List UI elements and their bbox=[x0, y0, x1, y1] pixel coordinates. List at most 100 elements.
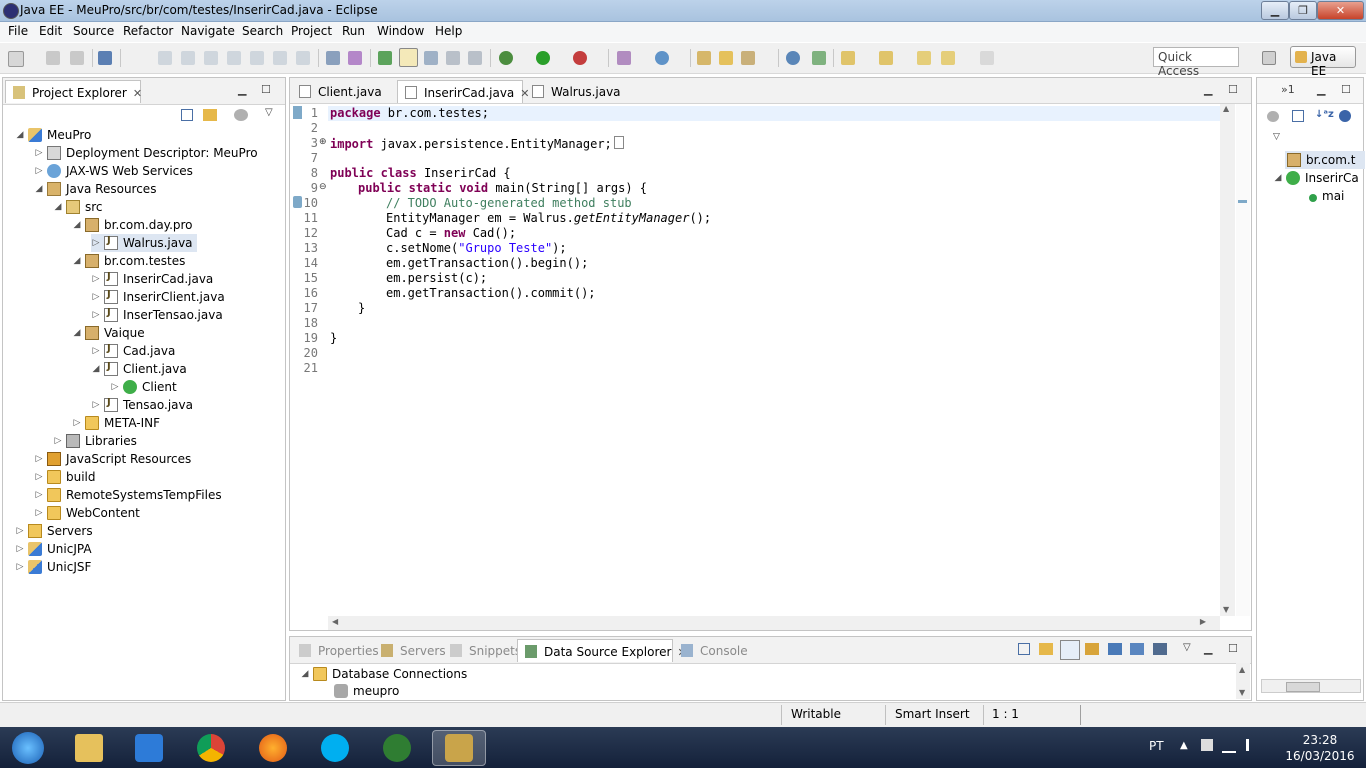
toggle-breadcrumb-icon[interactable] bbox=[424, 51, 438, 65]
maximize-button[interactable]: ❐ bbox=[1289, 1, 1317, 20]
terminate-icon[interactable] bbox=[204, 51, 218, 65]
taskbar-media-player[interactable] bbox=[122, 730, 176, 766]
menu-navigate[interactable]: Navigate bbox=[181, 24, 235, 38]
open-perspective-icon[interactable] bbox=[1262, 51, 1276, 65]
globe-icon[interactable] bbox=[786, 51, 800, 65]
run-icon[interactable] bbox=[536, 51, 550, 65]
view-menu-icon[interactable]: ▽ bbox=[1183, 642, 1191, 653]
menu-run[interactable]: Run bbox=[342, 24, 365, 38]
expand-arrow-icon[interactable]: ◢ bbox=[72, 328, 82, 338]
expand-arrow-icon[interactable]: ◢ bbox=[53, 202, 63, 212]
start-button[interactable] bbox=[2, 730, 54, 766]
expand-arrow-icon[interactable]: ◢ bbox=[72, 220, 82, 230]
drop-to-frame-icon[interactable] bbox=[326, 51, 340, 65]
tree-item-remotesystemstempfiles[interactable]: ▷ RemoteSystemsTempFiles bbox=[34, 486, 222, 504]
toggle-mark-occurrences-icon[interactable] bbox=[399, 48, 418, 67]
expand-arrow-icon[interactable]: ◢ bbox=[72, 256, 82, 266]
outline-view-list-button[interactable]: »1 bbox=[1281, 83, 1295, 96]
tree-item-deployment-descriptor-meupro[interactable]: ▷ Deployment Descriptor: MeuPro bbox=[34, 144, 258, 162]
tab-walrus-java[interactable]: Walrus.java bbox=[525, 80, 625, 103]
scroll-thumb[interactable] bbox=[1286, 682, 1320, 692]
search-icon[interactable] bbox=[741, 51, 755, 65]
tree-item-inserircad-java[interactable]: ▷ InserirCad.java bbox=[91, 270, 213, 288]
disconnect-icon[interactable] bbox=[227, 51, 241, 65]
code-editor[interactable]: package br.com.testes; import javax.pers… bbox=[328, 104, 1220, 616]
tray-flag-icon[interactable] bbox=[1201, 739, 1213, 751]
menu-project[interactable]: Project bbox=[291, 24, 332, 38]
tab-snippets[interactable]: Snippets bbox=[443, 639, 521, 662]
suspend-icon[interactable] bbox=[181, 51, 195, 65]
editor-vertical-scrollbar[interactable]: ▲ ▼ bbox=[1220, 104, 1235, 616]
tray-volume-icon[interactable] bbox=[1246, 739, 1261, 751]
next-annotation-icon[interactable] bbox=[841, 51, 855, 65]
step-return-icon[interactable] bbox=[296, 51, 310, 65]
debug-icon[interactable] bbox=[499, 51, 513, 65]
open-console-icon[interactable] bbox=[98, 51, 112, 65]
expand-arrow-icon[interactable]: ▷ bbox=[34, 472, 44, 482]
expand-arrow-icon[interactable]: ▷ bbox=[91, 238, 101, 248]
expand-arrow-icon[interactable]: ◢ bbox=[91, 364, 101, 374]
maximize-view-icon[interactable]: ☐ bbox=[261, 83, 271, 96]
outline-menu-icon[interactable]: ▽ bbox=[1273, 132, 1280, 142]
tree-item-webcontent[interactable]: ▷ WebContent bbox=[34, 504, 140, 522]
tree-item-database-connections[interactable]: ◢ Database Connections bbox=[300, 665, 467, 683]
fold-collapse-icon[interactable]: ⊖ bbox=[319, 182, 327, 192]
new-server-icon[interactable] bbox=[617, 51, 631, 65]
fold-expand-icon[interactable]: ⊕ bbox=[319, 137, 327, 147]
quick-access-input[interactable]: Quick Access bbox=[1153, 47, 1239, 78]
status-insert-mode[interactable]: Smart Insert bbox=[895, 707, 970, 721]
link-with-editor-icon[interactable] bbox=[203, 109, 217, 121]
sort-icon[interactable]: ↓ᵃz bbox=[1315, 109, 1334, 120]
expand-arrow-icon[interactable]: ▷ bbox=[91, 274, 101, 284]
tab-inserircad-java[interactable]: InserirCad.java ✕ bbox=[397, 80, 530, 103]
taskbar-skype[interactable] bbox=[308, 730, 362, 766]
editor-horizontal-scrollbar[interactable]: ◀ ▶ bbox=[328, 616, 1220, 630]
view-options-icon[interactable] bbox=[234, 109, 248, 121]
new-java-class-icon[interactable] bbox=[655, 51, 669, 65]
tree-item-build[interactable]: ▷ build bbox=[34, 468, 96, 486]
tree-item-walrus-java[interactable]: ▷ Walrus.java bbox=[91, 234, 197, 252]
scroll-left-icon[interactable]: ◀ bbox=[332, 617, 338, 626]
collapse-all-icon[interactable] bbox=[1018, 643, 1030, 655]
tab-properties[interactable]: Properties bbox=[292, 639, 379, 662]
hide-fields-icon[interactable] bbox=[1339, 110, 1351, 122]
expand-arrow-icon[interactable]: ▷ bbox=[53, 436, 63, 446]
tree-item-br-com-testes[interactable]: ◢ br.com.testes bbox=[72, 252, 185, 270]
scroll-up-icon[interactable]: ▲ bbox=[1239, 665, 1245, 674]
forward-icon[interactable] bbox=[980, 51, 994, 65]
folded-imports-icon[interactable] bbox=[613, 136, 624, 149]
save-icon[interactable] bbox=[46, 51, 60, 65]
perspective-java-ee-button[interactable]: Java EE bbox=[1290, 46, 1356, 78]
expand-arrow-icon[interactable]: ◢ bbox=[1273, 173, 1283, 183]
window-title-bar[interactable]: Java EE - MeuPro/src/br/com/testes/Inser… bbox=[0, 0, 1366, 22]
scroll-up-icon[interactable]: ▲ bbox=[1223, 104, 1229, 113]
tray-show-hidden-icon[interactable]: ▲ bbox=[1180, 740, 1188, 751]
tab-project-explorer[interactable]: Project Explorer ✕ bbox=[5, 80, 142, 103]
expand-arrow-icon[interactable]: ▷ bbox=[91, 292, 101, 302]
expand-arrow-icon[interactable]: ◢ bbox=[300, 669, 310, 679]
web-browser-icon[interactable] bbox=[812, 51, 826, 65]
tree-item-unicjsf[interactable]: ▷ UnicJSF bbox=[15, 558, 91, 576]
tree-item-unicjpa[interactable]: ▷ UnicJPA bbox=[15, 540, 92, 558]
expand-arrow-icon[interactable]: ▷ bbox=[15, 526, 25, 536]
tree-item-client[interactable]: ▷ Client bbox=[110, 378, 177, 396]
tree-item-src[interactable]: ◢ src bbox=[53, 198, 103, 216]
outline-item-class[interactable]: ◢ InserirCa bbox=[1273, 169, 1359, 187]
new-connection-profile-icon[interactable] bbox=[1060, 640, 1080, 660]
expand-arrow-icon[interactable]: ▷ bbox=[34, 454, 44, 464]
import-icon[interactable] bbox=[1085, 643, 1099, 655]
save-all-icon[interactable] bbox=[70, 51, 84, 65]
tab-client-java[interactable]: Client.java bbox=[292, 80, 395, 103]
taskbar-chrome[interactable] bbox=[184, 730, 238, 766]
open-folder-icon[interactable] bbox=[719, 51, 733, 65]
minimize-view-icon[interactable]: ▁ bbox=[238, 83, 246, 96]
tab-data-source-explorer[interactable]: Data Source Explorer✕ bbox=[517, 639, 687, 662]
menu-search[interactable]: Search bbox=[242, 24, 283, 38]
link-with-editor-icon[interactable] bbox=[1039, 643, 1053, 655]
taskbar-firefox[interactable] bbox=[246, 730, 300, 766]
expand-arrow-icon[interactable]: ▷ bbox=[15, 544, 25, 554]
outline-filter-icon[interactable] bbox=[1267, 111, 1279, 122]
tray-network-icon[interactable] bbox=[1222, 739, 1236, 753]
taskbar-hs-app[interactable] bbox=[370, 730, 424, 766]
view-menu-icon[interactable]: ▽ bbox=[265, 107, 273, 118]
